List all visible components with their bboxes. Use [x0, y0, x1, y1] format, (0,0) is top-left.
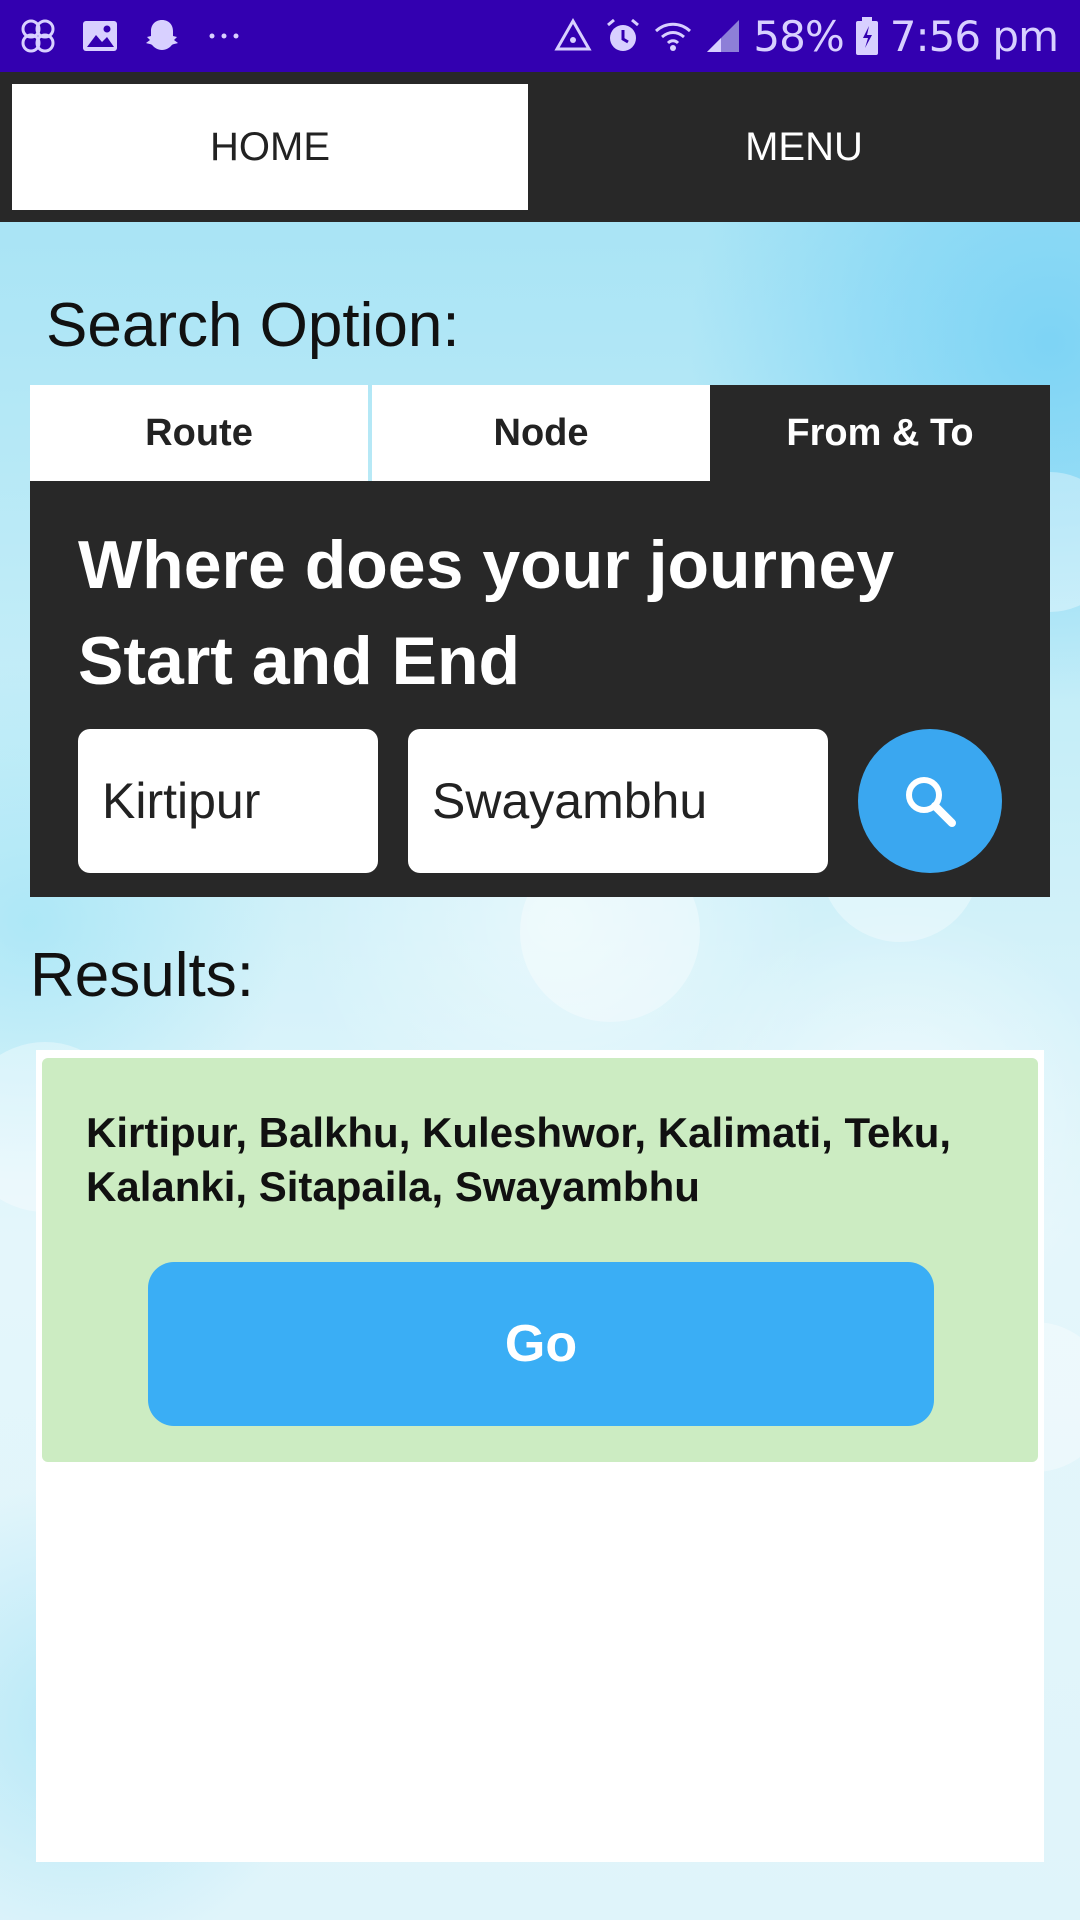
journey-prompt-line1: Where does your journey [78, 527, 895, 603]
tab-from-to[interactable]: From & To [710, 385, 1050, 481]
pinwheel-icon [18, 16, 58, 56]
search-button[interactable] [858, 729, 1002, 873]
search-option-tabs: Route Node From & To [30, 385, 1050, 481]
from-to-panel: Where does your journey Start and End [30, 481, 1050, 897]
top-nav: HOME MENU [0, 72, 1080, 222]
results-list: Kirtipur, Balkhu, Kuleshwor, Kalimati, T… [36, 1050, 1044, 1862]
clock: 7:56 pm [889, 11, 1059, 61]
alarm-icon [603, 16, 643, 56]
signal-icon [703, 16, 743, 56]
more-dots-icon [204, 16, 244, 56]
journey-prompt: Where does your journey Start and End [78, 517, 978, 709]
tab-node[interactable]: Node [372, 385, 710, 481]
result-card: Kirtipur, Balkhu, Kuleshwor, Kalimati, T… [42, 1058, 1038, 1462]
battery-icon [854, 16, 880, 56]
search-icon [906, 777, 956, 827]
tab-route[interactable]: Route [30, 385, 368, 481]
snapchat-icon [142, 16, 182, 56]
search-option-heading: Search Option: [46, 291, 460, 360]
battery-percent: 58% [753, 11, 844, 61]
to-input[interactable] [408, 729, 828, 873]
go-button[interactable]: Go [148, 1262, 934, 1426]
status-right-icons: 58% 7:56 pm [553, 8, 1059, 64]
journey-prompt-line2: Start and End [78, 623, 521, 699]
nav-menu-tab[interactable]: MENU [540, 84, 1068, 210]
status-bar: 58% 7:56 pm [0, 0, 1080, 72]
gallery-icon [80, 16, 120, 56]
from-input[interactable] [78, 729, 378, 873]
results-heading: Results: [30, 941, 254, 1010]
status-left-icons [18, 14, 244, 58]
wifi-icon [653, 16, 693, 56]
recycle-icon [553, 16, 593, 56]
nav-home-tab[interactable]: HOME [12, 84, 528, 210]
result-route-text: Kirtipur, Balkhu, Kuleshwor, Kalimati, T… [86, 1109, 952, 1210]
